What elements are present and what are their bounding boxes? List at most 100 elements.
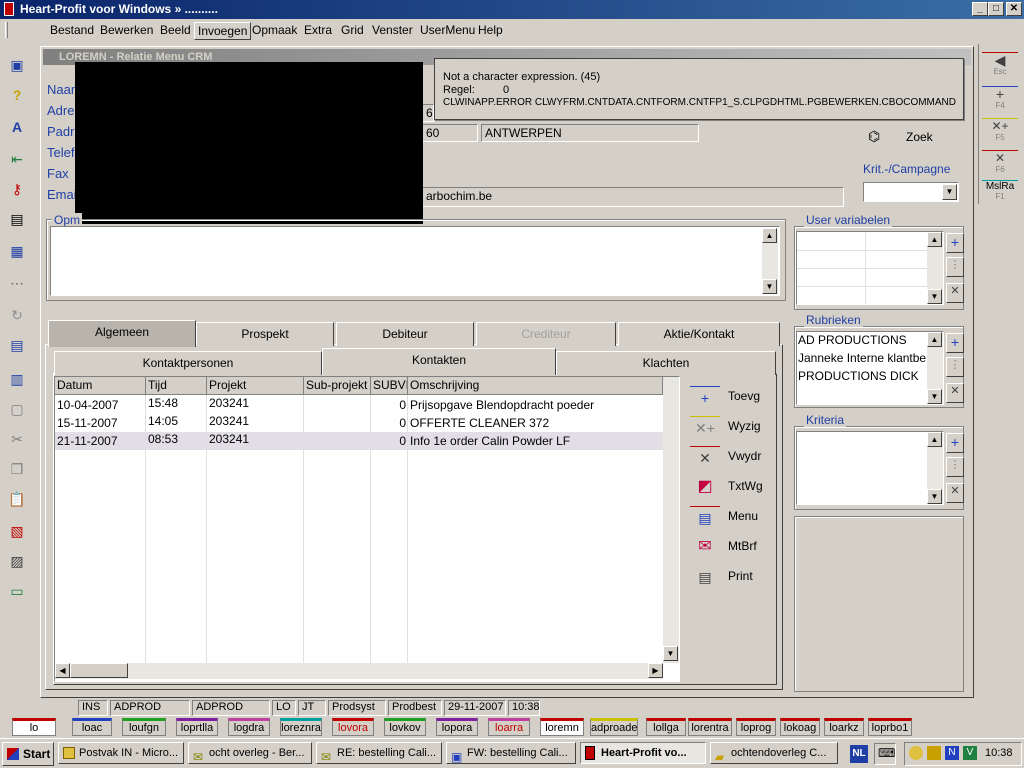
paste-icon[interactable]: 📋 (6, 488, 28, 510)
scroll-right-icon[interactable]: ▶ (648, 663, 663, 678)
window-grey-icon[interactable]: ▢ (6, 398, 28, 420)
mslra-key[interactable]: MslRa F1 (982, 180, 1018, 210)
module-logdra[interactable]: logdra (228, 718, 270, 736)
module-adproade[interactable]: adproade (590, 718, 638, 736)
menu-venster[interactable]: Venster (369, 22, 416, 38)
help-icon[interactable]: ? (6, 84, 28, 106)
mtbrf-button[interactable]: ✉ MtBrf (690, 536, 770, 558)
f5-key[interactable]: ✕+ F5 (982, 118, 1018, 148)
user-var-list-icon[interactable]: ⋮ (946, 257, 964, 277)
module-lo[interactable]: lo (12, 718, 56, 736)
taskbar-item-heart-profit[interactable]: Heart-Profit vo... (580, 742, 706, 764)
col-subvi[interactable]: SUBVI (371, 377, 408, 395)
kriteria-delete-icon[interactable]: ✕ (946, 483, 964, 503)
menu-help[interactable]: Help (475, 22, 506, 38)
wyzig-button[interactable]: ✕+ Wyzig (690, 416, 770, 438)
module-lollga[interactable]: lollga (646, 718, 686, 736)
keyboard-icon[interactable]: ⌨ (878, 746, 895, 760)
menu-bewerken[interactable]: Bewerken (97, 22, 156, 38)
esc-key[interactable]: ◀ Esc (982, 52, 1018, 82)
module-loac[interactable]: loac (72, 718, 112, 736)
user-variabelen-list[interactable]: ▲ ▼ (796, 231, 944, 305)
email-field[interactable]: arbochim.be (422, 187, 844, 207)
tray-n-icon[interactable]: N (945, 746, 959, 760)
edit-doc-icon[interactable]: ▤ (6, 334, 28, 356)
taskbar-item-outlook[interactable]: Postvak IN - Micro... (58, 742, 184, 764)
taskbar-item-fw-bestelling[interactable]: ▣ FW: bestelling Cali... (446, 742, 576, 764)
key-icon[interactable]: ⚷ (6, 178, 28, 200)
module-loprog[interactable]: loprog (736, 718, 776, 736)
screen-icon[interactable]: ▭ (6, 580, 28, 602)
zoek-button[interactable]: ⌬ Zoek (866, 128, 956, 148)
copy-icon[interactable]: ❐ (6, 458, 28, 480)
list-item[interactable]: PRODUCTIONS DICK (798, 369, 928, 383)
module-lorentra[interactable]: lorentra (688, 718, 732, 736)
module-loufgn[interactable]: loufgn (122, 718, 166, 736)
tray-v-icon[interactable]: V (963, 746, 977, 760)
grid-hscrollbar[interactable]: ◀ ▶ (55, 663, 663, 679)
col-omschrijving[interactable]: Omschrijving (408, 377, 663, 395)
tab-kontaktpersonen[interactable]: Kontaktpersonen (54, 351, 322, 375)
paste-special-icon[interactable]: ▧ (6, 520, 28, 542)
module-lovkov[interactable]: lovkov (384, 718, 426, 736)
reply-icon[interactable]: ⇤ (6, 148, 28, 170)
f4-key[interactable]: + F4 (982, 86, 1018, 116)
col-subprojekt[interactable]: Sub-projekt (304, 377, 371, 395)
rubriek-add-icon[interactable]: + (946, 333, 964, 353)
module-loarkz[interactable]: loarkz (824, 718, 864, 736)
module-lokoag[interactable]: lokoag (780, 718, 820, 736)
printer-icon[interactable]: ▤ (6, 208, 28, 230)
list-item[interactable]: AD PRODUCTIONS (798, 333, 928, 347)
module-loprbo1[interactable]: loprbo1 (868, 718, 912, 736)
toevg-button[interactable]: + Toevg (690, 386, 770, 408)
font-icon[interactable]: A (6, 116, 28, 138)
refresh-icon[interactable]: ↻ (6, 304, 28, 326)
list-item[interactable]: Janneke Interne klantbe (798, 351, 928, 365)
col-tijd[interactable]: Tijd (146, 377, 207, 395)
txtwg-button[interactable]: ◩ TxtWg (690, 476, 770, 498)
module-loremn[interactable]: loremn (540, 718, 584, 736)
scroll-up-icon[interactable]: ▲ (762, 228, 777, 243)
rubriek-list-icon[interactable]: ⋮ (946, 357, 964, 377)
city-field[interactable]: ANTWERPEN (481, 124, 699, 142)
dots-icon[interactable]: ⋯ (6, 272, 28, 294)
tab-debiteur[interactable]: Debiteur (336, 322, 474, 346)
app-icon[interactable] (4, 2, 14, 16)
taskbar-item-ochtendoverleg[interactable]: ▰ ochtendoverleg C... (710, 742, 838, 764)
scroll-down-icon[interactable]: ▼ (663, 646, 678, 661)
tab-crediteur[interactable]: Crediteur (476, 322, 616, 346)
cut-icon[interactable]: ✂ (6, 428, 28, 450)
campagne-dropdown[interactable]: ▼ (863, 182, 959, 202)
user-var-delete-icon[interactable]: ✕ (946, 283, 964, 303)
menu-usermenu[interactable]: UserMenu (417, 22, 478, 38)
hscroll-thumb[interactable] (70, 663, 128, 678)
module-loreznra[interactable]: loreznra (280, 718, 322, 736)
menu-beeld[interactable]: Beeld (157, 22, 194, 38)
grid-vscrollbar[interactable]: ▼ (663, 377, 679, 663)
tab-klachten[interactable]: Klachten (556, 351, 776, 375)
tab-prospekt[interactable]: Prospekt (196, 322, 334, 346)
menu-bestand[interactable]: Bestand (47, 22, 97, 38)
minimize-icon[interactable]: _ (972, 2, 988, 16)
settings-doc-icon[interactable]: ▨ (6, 550, 28, 572)
tab-aktie-kontakt[interactable]: Aktie/Kontakt (618, 322, 780, 346)
module-loprtlla[interactable]: loprtlla (176, 718, 218, 736)
rubriek-delete-icon[interactable]: ✕ (946, 383, 964, 403)
taskbar-item-ocht-overleg[interactable]: ✉ ocht overleg - Ber... (188, 742, 312, 764)
scroll-down-icon[interactable]: ▼ (762, 279, 777, 294)
opmerkingen-scrollbar[interactable]: ▲ ▼ (762, 228, 778, 294)
chevron-down-icon[interactable]: ▼ (942, 184, 957, 200)
kriteria-list-icon[interactable]: ⋮ (946, 457, 964, 477)
f6-key[interactable]: ✕ F6 (982, 150, 1018, 180)
module-lopora[interactable]: lopora (436, 718, 478, 736)
taskbar-item-re-bestelling[interactable]: ✉ RE: bestelling Cali... (316, 742, 442, 764)
kriteria-list[interactable]: ▲ ▼ (796, 431, 944, 505)
language-indicator[interactable]: NL (850, 745, 868, 763)
menu-button[interactable]: ▤ Menu (690, 506, 770, 528)
menu-invoegen[interactable]: Invoegen (194, 22, 252, 40)
adres-field[interactable]: 6 (422, 104, 434, 122)
menu-grid[interactable]: Grid (338, 22, 367, 38)
form-icon[interactable]: ▦ (6, 240, 28, 262)
postcode-field[interactable]: 60 (422, 124, 478, 142)
module-loarra[interactable]: loarra (488, 718, 530, 736)
